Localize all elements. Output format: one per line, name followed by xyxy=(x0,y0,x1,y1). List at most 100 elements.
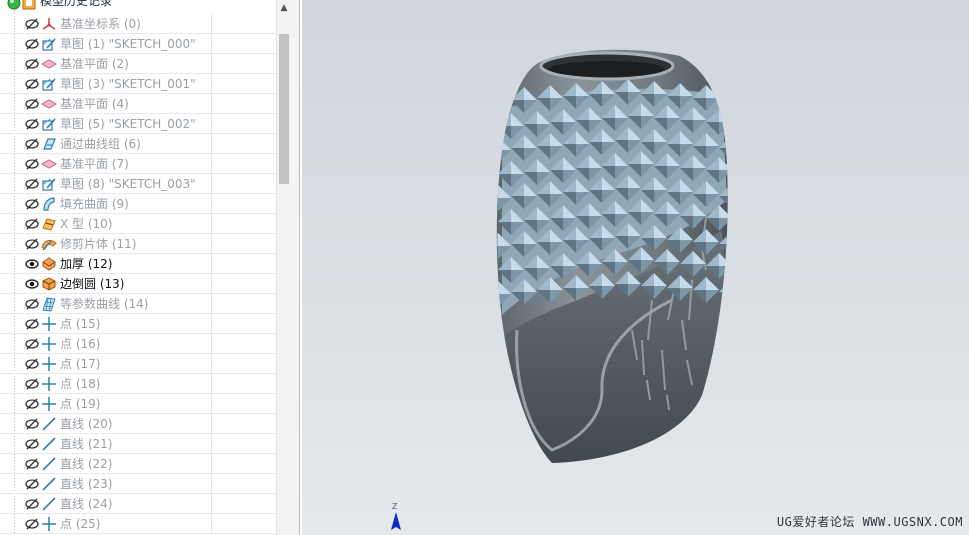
eye-hidden-icon[interactable] xyxy=(25,157,39,171)
column-divider xyxy=(211,414,212,434)
facet-triangle xyxy=(745,207,758,220)
eye-hidden-icon[interactable] xyxy=(25,397,39,411)
eye-hidden-icon[interactable] xyxy=(25,197,39,211)
facet-triangle xyxy=(732,111,745,124)
feature-row[interactable]: 加厚 (12) xyxy=(0,254,276,274)
eye-hidden-icon[interactable] xyxy=(25,237,39,251)
facet-triangle xyxy=(719,266,728,279)
trim-sheet-icon xyxy=(41,236,57,252)
feature-row[interactable]: 直线 (21) xyxy=(0,434,276,454)
eye-hidden-icon[interactable] xyxy=(25,97,39,111)
navigator-resize-edge[interactable] xyxy=(290,0,300,535)
feature-row[interactable]: 草图 (3) "SKETCH_001" xyxy=(0,74,276,94)
eye-hidden-icon[interactable] xyxy=(25,77,39,91)
feature-row[interactable]: 通过曲线组 (6) xyxy=(0,134,276,154)
feature-row[interactable]: 基准平面 (2) xyxy=(0,54,276,74)
line-icon xyxy=(41,496,57,512)
feature-label: 基准平面 (7) xyxy=(60,157,129,171)
eye-hidden-icon[interactable] xyxy=(25,297,39,311)
feature-row[interactable]: 点 (16) xyxy=(0,334,276,354)
feature-row[interactable]: X 型 (10) xyxy=(0,214,276,234)
facet-triangle xyxy=(732,255,745,268)
eye-hidden-icon[interactable] xyxy=(25,317,39,331)
feature-row[interactable]: 点 (19) xyxy=(0,394,276,414)
feature-row[interactable]: 填充曲面 (9) xyxy=(0,194,276,214)
model-history-node[interactable]: 模型历史记录 xyxy=(0,0,276,13)
eye-hidden-icon[interactable] xyxy=(25,457,39,471)
graphics-window[interactable]: Z UG爱好者论坛 WWW.UGSNX.COM xyxy=(302,0,969,535)
model-history-icon xyxy=(22,0,36,13)
facet-triangle xyxy=(745,268,758,281)
eye-hidden-icon[interactable] xyxy=(25,417,39,431)
eye-hidden-icon[interactable] xyxy=(25,137,39,151)
facet-triangle xyxy=(498,89,511,102)
facet-triangle xyxy=(496,102,498,115)
feature-row[interactable]: 点 (15) xyxy=(0,314,276,334)
eye-hidden-icon[interactable] xyxy=(25,17,39,31)
eye-hidden-icon[interactable] xyxy=(25,517,39,531)
facet-triangle xyxy=(496,150,498,163)
feature-label: 直线 (20) xyxy=(60,417,113,431)
feature-label: 草图 (1) "SKETCH_000" xyxy=(60,37,196,51)
feature-row[interactable]: 点 (25) xyxy=(0,514,276,534)
scrollbar-thumb[interactable] xyxy=(279,34,289,184)
feature-label: 边倒圆 (13) xyxy=(60,277,125,291)
facet-triangle xyxy=(496,137,498,150)
chevron-up-icon[interactable]: ▲ xyxy=(277,0,291,16)
facet-triangle xyxy=(719,109,728,122)
expand-status-icon xyxy=(7,0,21,13)
feature-row[interactable]: 修剪片体 (11) xyxy=(0,234,276,254)
feature-row[interactable]: 基准平面 (4) xyxy=(0,94,276,114)
eye-hidden-icon[interactable] xyxy=(25,477,39,491)
feature-row[interactable]: 边倒圆 (13) xyxy=(0,274,276,294)
eye-hidden-icon[interactable] xyxy=(25,437,39,451)
feature-row[interactable]: 草图 (5) "SKETCH_002" xyxy=(0,114,276,134)
column-divider xyxy=(211,14,212,34)
eye-hidden-icon[interactable] xyxy=(25,377,39,391)
feature-row[interactable]: 直线 (20) xyxy=(0,414,276,434)
eye-hidden-icon[interactable] xyxy=(25,57,39,71)
feature-row[interactable]: 草图 (1) "SKETCH_000" xyxy=(0,34,276,54)
eye-visible-icon[interactable] xyxy=(25,257,39,271)
eye-visible-icon[interactable] xyxy=(25,277,39,291)
facet-triangle xyxy=(745,124,758,137)
navigator-scrollbar[interactable]: ▲ xyxy=(276,0,291,535)
feature-row[interactable]: 基准坐标系 (0) xyxy=(0,14,276,34)
vase-model[interactable] xyxy=(302,0,969,535)
feature-row[interactable]: 点 (18) xyxy=(0,374,276,394)
thicken-icon xyxy=(41,256,57,272)
feature-label: 直线 (24) xyxy=(60,497,113,511)
column-divider xyxy=(211,274,212,294)
forum-watermark: UG爱好者论坛 WWW.UGSNX.COM xyxy=(776,515,963,529)
sketch-icon xyxy=(41,36,57,52)
point-icon xyxy=(41,396,57,412)
eye-hidden-icon[interactable] xyxy=(25,217,39,231)
feature-label: 修剪片体 (11) xyxy=(60,237,137,251)
feature-row[interactable]: 草图 (8) "SKETCH_003" xyxy=(0,174,276,194)
eye-hidden-icon[interactable] xyxy=(25,37,39,51)
point-icon xyxy=(41,516,57,532)
facet-triangle xyxy=(496,294,498,307)
feature-row[interactable]: 点 (17) xyxy=(0,354,276,374)
feature-row[interactable]: 直线 (24) xyxy=(0,494,276,514)
feature-row[interactable]: 基准平面 (7) xyxy=(0,154,276,174)
feature-label: 点 (18) xyxy=(60,377,101,391)
eye-hidden-icon[interactable] xyxy=(25,497,39,511)
feature-row[interactable]: 直线 (22) xyxy=(0,454,276,474)
column-divider xyxy=(211,194,212,214)
eye-hidden-icon[interactable] xyxy=(25,337,39,351)
datum-plane-icon xyxy=(40,156,58,172)
facet-triangle xyxy=(496,89,498,102)
datum-plane-icon xyxy=(40,56,58,72)
column-divider xyxy=(211,54,212,74)
feature-row[interactable]: 等参数曲线 (14) xyxy=(0,294,276,314)
eye-hidden-icon[interactable] xyxy=(25,177,39,191)
feature-row[interactable]: 直线 (23) xyxy=(0,474,276,494)
point-icon xyxy=(41,316,57,332)
column-divider xyxy=(211,74,212,94)
column-divider xyxy=(211,114,212,134)
facet-triangle xyxy=(496,185,498,198)
eye-hidden-icon[interactable] xyxy=(25,357,39,371)
eye-hidden-icon[interactable] xyxy=(25,117,39,131)
facet-triangle xyxy=(732,231,745,244)
